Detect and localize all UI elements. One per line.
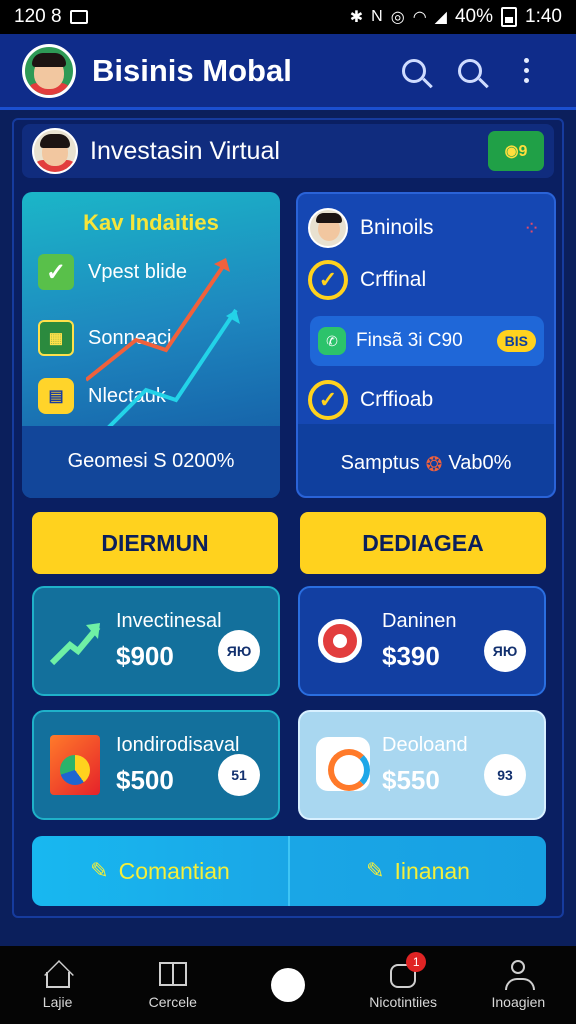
comment-label: Comantian — [118, 857, 230, 884]
money-card[interactable]: Daninen $390 ЯЮ — [298, 586, 546, 696]
business-footer-right: Vab0% — [448, 452, 512, 474]
check-icon: ✓ — [38, 254, 74, 290]
business-card[interactable]: Bninoils ⁘ ✓ Crffinal ✆ Finsã 3i C90 BIS… — [296, 192, 556, 498]
investor-avatar — [32, 128, 78, 174]
battery-icon — [501, 7, 518, 27]
bottom-action-banner: ✎ Comantian ✎ Iinanan — [32, 836, 546, 906]
owner-name: Bninoils — [360, 216, 434, 239]
phone-icon: ✆ — [318, 327, 346, 355]
investment-title: Investasin Virtual — [90, 136, 280, 165]
flame-icon: ❂ — [425, 454, 443, 476]
nav-item-catalog[interactable]: Cercele — [123, 960, 223, 1010]
nav-label: Nicotintiies — [369, 994, 437, 1010]
nav-label: Lajie — [42, 994, 73, 1010]
money-card[interactable]: Invectinesal $900 ЯЮ — [32, 586, 280, 696]
search-alt-button[interactable] — [442, 43, 498, 99]
investment-header[interactable]: Investasin Virtual ◉9 — [22, 124, 554, 178]
check-circle-icon: ✓ — [308, 260, 348, 300]
nav-label: Cercele — [148, 994, 197, 1010]
search-icon — [458, 58, 482, 83]
notification-badge: 1 — [406, 952, 427, 972]
signal-icon: ◢ — [434, 9, 447, 26]
pencil-icon: ✎ — [90, 858, 109, 883]
search-icon — [402, 58, 426, 83]
more-options-button[interactable] — [498, 43, 554, 99]
home-icon — [43, 960, 73, 988]
nav-label: Inoagien — [491, 994, 546, 1010]
nav-item-profile[interactable]: Inoagien — [468, 960, 568, 1010]
nav-home-button[interactable] — [238, 968, 338, 1002]
nav-item-notifications[interactable]: 1 Nicotintiies — [353, 952, 453, 1010]
finance-label: Iinanan — [394, 857, 470, 884]
bottom-navigation: Lajie Cercele 1 Nicotintiies Inoagien — [0, 946, 576, 1024]
ledger-icon: ▤ — [38, 378, 74, 414]
business-footer-left: Samptus — [340, 452, 420, 474]
bluetooth-icon: ✱ — [349, 9, 364, 26]
indicators-heading: Kav Indaities — [83, 210, 219, 235]
comment-button[interactable]: ✎ Comantian — [32, 836, 288, 906]
trend-up-icon — [48, 613, 104, 669]
investment-badge[interactable]: ◉9 — [488, 131, 544, 171]
app-bar: Bisinis Mobal — [0, 34, 576, 110]
target-icon — [314, 613, 370, 669]
business-check-row[interactable]: ✓ Crffinal — [308, 260, 426, 300]
money-card-chip[interactable]: ЯЮ — [484, 630, 526, 672]
status-bar: 120 8 ✱ N ◎ ◠ ◢ 40% 1:40 — [0, 0, 576, 34]
fiscal-chip: BIS — [496, 330, 536, 352]
business-check-row[interactable]: ✓ Crffioab — [308, 380, 433, 420]
money-card-chip[interactable]: 93 — [484, 754, 526, 796]
pencil-icon: ✎ — [366, 858, 385, 883]
finance-button[interactable]: ✎ Iinanan — [288, 836, 546, 906]
search-button[interactable] — [386, 43, 442, 99]
money-card[interactable]: Deoloand $550 93 — [298, 710, 546, 820]
money-card-chip[interactable]: ЯЮ — [218, 630, 260, 672]
status-clock: 1:40 — [525, 6, 562, 27]
check-label: Crffioab — [360, 388, 434, 411]
wifi-icon: ◠ — [412, 9, 427, 26]
trend-arrows-icon — [86, 258, 240, 442]
alarm-icon: ◎ — [390, 9, 405, 26]
money-card-chip[interactable]: 51 — [218, 754, 260, 796]
home-button-icon — [270, 968, 305, 1002]
person-icon — [503, 960, 536, 990]
profile-avatar[interactable] — [22, 43, 76, 98]
check-label: Crffinal — [360, 268, 427, 291]
app-title: Bisinis Mobal — [92, 52, 292, 88]
status-time: 120 8 — [14, 6, 62, 27]
apps-dots-icon[interactable]: ⁘ — [523, 216, 540, 241]
indicators-footer: Geomesi S 0200% — [67, 450, 235, 472]
business-footer: Samptus ❂ Vab0% — [298, 452, 554, 477]
gallery-notification-icon — [69, 10, 88, 24]
money-card[interactable]: Iondirodisaval $500 51 — [32, 710, 280, 820]
battery-percent: 40% — [454, 6, 494, 27]
mute-icon: N — [371, 8, 383, 25]
calendar-icon: ▦ — [38, 320, 74, 356]
fiscal-label: Finsã 3i C90 — [356, 330, 463, 351]
bell-icon: 1 — [388, 952, 427, 988]
fiscal-pill[interactable]: ✆ Finsã 3i C90 BIS — [310, 316, 544, 366]
pie-chart-icon — [48, 735, 104, 795]
secondary-cta-button[interactable]: DEDIAGEA — [300, 512, 546, 574]
book-icon — [158, 960, 188, 988]
owner-avatar — [308, 208, 348, 248]
kebab-menu-icon — [523, 58, 529, 83]
business-owner-row: Bninoils — [308, 208, 434, 248]
indicators-card[interactable]: Kav Indaities ✓ Vpest blide ▦ Sonneaci ▤… — [22, 192, 280, 498]
app-gear-icon — [314, 737, 370, 793]
nav-item-home[interactable]: Lajie — [8, 960, 108, 1010]
check-circle-icon: ✓ — [308, 380, 348, 420]
primary-cta-button[interactable]: DIERMUN — [32, 512, 278, 574]
